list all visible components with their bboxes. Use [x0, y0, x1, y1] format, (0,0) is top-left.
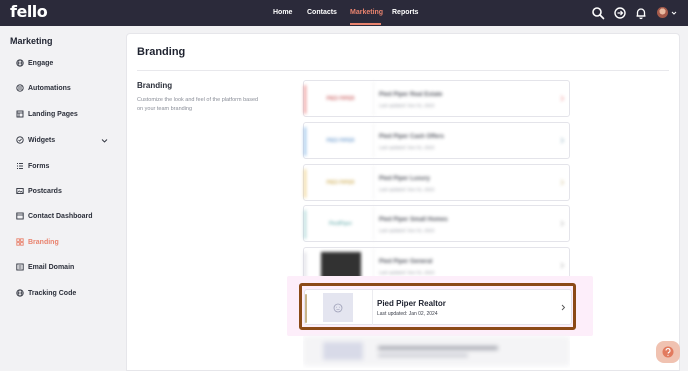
placeholder-face-icon — [333, 303, 343, 312]
chevron-right-icon — [560, 220, 565, 227]
branding-card[interactable]: PIED PIPER Pied Piper Luxury Last update… — [303, 164, 570, 201]
card-accent — [305, 294, 307, 323]
branding-card[interactable]: PIED PIPER Pied Piper Cash Offers Last u… — [303, 122, 570, 159]
branding-panel: Branding Branding Customize the look and… — [126, 33, 680, 371]
chevron-right-icon — [560, 262, 565, 269]
section-title: Branding — [137, 81, 173, 90]
top-navigation-bar: fello Home Contacts Marketing Reports — [0, 0, 688, 26]
postcard-icon — [16, 188, 24, 194]
branding-updated: Last updated: Nov 01, 2023 — [379, 103, 435, 108]
branding-card[interactable]: PIED PIPER Pied Piper Real Estate Last u… — [303, 80, 570, 117]
nav-reports[interactable]: Reports — [392, 9, 418, 16]
sidebar-item-engage[interactable]: Engage — [16, 56, 53, 70]
branding-updated: Last updated: Jan 02, 2024 — [377, 311, 438, 317]
branding-updated: Last updated: Nov 01, 2023 — [379, 270, 435, 275]
help-chat-button[interactable] — [656, 341, 680, 363]
blurred-branding-card — [303, 336, 570, 366]
chevron-down-icon[interactable] — [101, 138, 108, 144]
branding-card[interactable]: PiedPiper Pied Piper Small Homes Last up… — [303, 205, 570, 242]
sidebar-item-label: Tracking Code — [28, 289, 77, 297]
branding-name: Pied Piper Cash Offers — [379, 134, 445, 140]
sidebar-item-label: Landing Pages — [28, 110, 78, 118]
forms-icon — [17, 163, 23, 169]
automation-icon — [16, 84, 24, 92]
chevron-down-icon[interactable] — [671, 10, 677, 16]
tracking-icon — [16, 289, 24, 297]
sidebar-item-label: Forms — [28, 162, 50, 170]
sidebar-title: Marketing — [10, 36, 53, 46]
avatar[interactable] — [657, 7, 668, 18]
nav-home[interactable]: Home — [273, 9, 292, 16]
sidebar-item-contact-dashboard[interactable]: Contact Dashboard — [16, 209, 93, 223]
sidebar-item-label: Postcards — [28, 187, 62, 195]
branding-name: Pied Piper Realtor — [377, 299, 446, 308]
active-nav-indicator — [350, 23, 381, 25]
chevron-right-icon — [560, 95, 565, 102]
sidebar-item-label: Widgets — [28, 136, 56, 144]
sidebar-item-branding[interactable]: Branding — [16, 235, 59, 249]
branding-updated: Last updated: Nov 01, 2023 — [379, 187, 435, 192]
branding-logo: PIED PIPER — [326, 180, 355, 186]
page-title: Branding — [137, 46, 186, 58]
chevron-right-icon — [560, 179, 565, 186]
sidebar-item-forms[interactable]: Forms — [16, 159, 49, 173]
branding-updated: Last updated: Nov 01, 2023 — [379, 228, 435, 233]
landing-pages-icon — [16, 110, 24, 118]
divider — [137, 70, 669, 71]
card-accent — [304, 85, 306, 114]
branding-logo: PIED PIPER — [326, 96, 355, 102]
sidebar-item-label: Branding — [28, 238, 59, 246]
branding-card-pied-piper-realtor[interactable]: Pied Piper Realtor Last updated: Jan 02,… — [304, 289, 572, 325]
chevron-right-icon — [561, 304, 566, 311]
bell-icon[interactable] — [634, 6, 648, 20]
branding-updated: Last updated: Nov 01, 2023 — [379, 145, 435, 150]
widget-icon — [16, 136, 24, 144]
branding-name: Pied Piper General — [379, 259, 433, 265]
compass-icon[interactable] — [613, 6, 627, 20]
sidebar-item-tracking-code[interactable]: Tracking Code — [16, 286, 76, 300]
sidebar-item-widgets[interactable]: Widgets — [16, 133, 55, 147]
sidebar-item-landing-pages[interactable]: Landing Pages — [16, 107, 78, 121]
chevron-right-icon — [560, 137, 565, 144]
sidebar-item-postcards[interactable]: Postcards — [16, 184, 62, 198]
nav-contacts[interactable]: Contacts — [307, 9, 337, 16]
sidebar-item-label: Automations — [28, 84, 71, 92]
search-icon[interactable] — [591, 6, 605, 20]
chat-icon — [662, 346, 674, 358]
branding-icon — [16, 238, 24, 246]
sidebar: Marketing Engage Automations Landing Pag… — [0, 26, 126, 371]
branding-logo-placeholder — [323, 293, 353, 322]
branding-name: Pied Piper Real Estate — [379, 92, 443, 98]
sidebar-item-automations[interactable]: Automations — [16, 81, 71, 95]
globe-icon — [16, 59, 24, 67]
dashboard-icon — [16, 212, 24, 220]
sidebar-item-label: Engage — [28, 59, 54, 67]
sidebar-item-email-domain[interactable]: Email Domain — [16, 260, 74, 274]
branding-logo: PIED PIPER — [326, 138, 355, 144]
branding-name: Pied Piper Small Homes — [379, 217, 448, 223]
nav-marketing[interactable]: Marketing — [350, 9, 383, 16]
section-description: Customize the look and feel of the platf… — [137, 97, 259, 112]
branding-name: Pied Piper Luxury — [379, 176, 431, 182]
email-domain-icon — [16, 263, 24, 271]
fello-logo[interactable]: fello — [10, 2, 48, 21]
sidebar-item-label: Email Domain — [28, 263, 75, 271]
sidebar-item-label: Contact Dashboard — [28, 212, 93, 220]
branding-logo: PiedPiper — [328, 221, 353, 227]
